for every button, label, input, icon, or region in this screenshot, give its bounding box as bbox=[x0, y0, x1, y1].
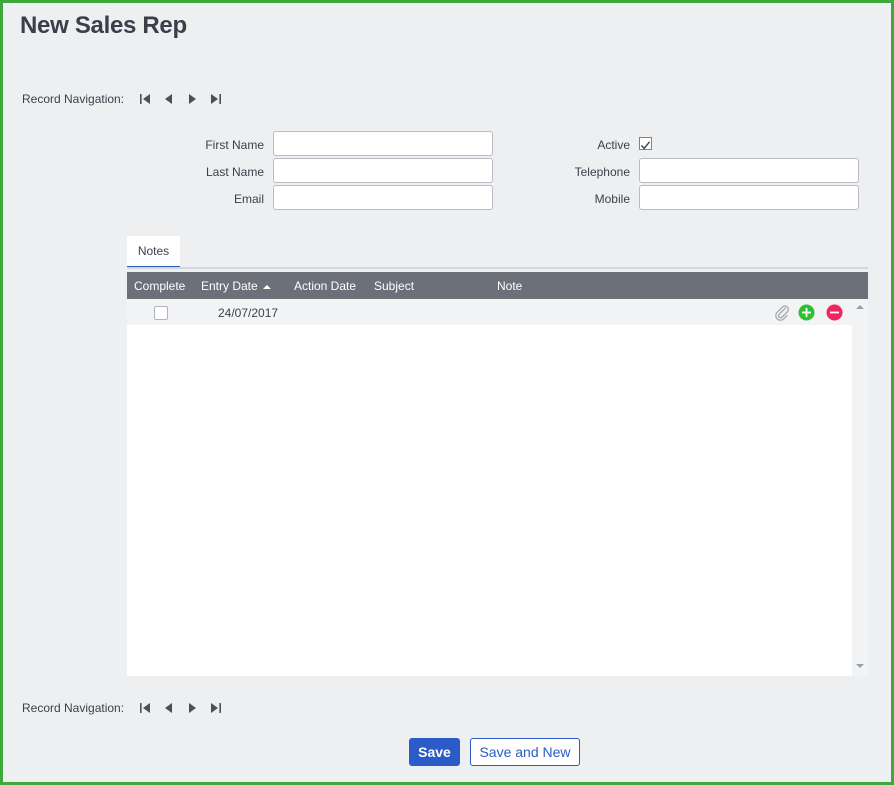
tab-notes[interactable]: Notes bbox=[127, 236, 180, 269]
first-name-label: First Name bbox=[205, 138, 264, 152]
scroll-down-icon[interactable] bbox=[856, 663, 864, 669]
active-label: Active bbox=[597, 138, 630, 152]
next-record-icon[interactable] bbox=[180, 700, 203, 716]
previous-record-icon[interactable] bbox=[157, 91, 180, 107]
last-name-label: Last Name bbox=[205, 165, 264, 179]
last-record-icon[interactable] bbox=[203, 700, 226, 716]
column-entry-date-label: Entry Date bbox=[201, 279, 258, 293]
column-entry-date[interactable]: Entry Date bbox=[201, 279, 272, 293]
next-record-icon[interactable] bbox=[180, 91, 203, 107]
table-row[interactable]: 24/07/2017 bbox=[127, 299, 852, 325]
telephone-input[interactable] bbox=[639, 158, 859, 183]
save-and-new-button[interactable]: Save and New bbox=[470, 738, 580, 766]
mobile-input[interactable] bbox=[639, 185, 859, 210]
grid-scrollbar[interactable] bbox=[852, 299, 868, 676]
page-title: New Sales Rep bbox=[20, 12, 187, 39]
first-record-icon[interactable] bbox=[134, 91, 157, 107]
save-button[interactable]: Save bbox=[409, 738, 460, 766]
complete-checkbox[interactable] bbox=[154, 306, 168, 320]
email-label: Email bbox=[233, 192, 264, 206]
checkmark-icon bbox=[640, 141, 651, 150]
first-name-input[interactable] bbox=[273, 131, 493, 156]
telephone-label: Telephone bbox=[574, 165, 630, 179]
column-complete[interactable]: Complete bbox=[134, 279, 185, 293]
notes-grid: Complete Entry Date Action Date Subject … bbox=[127, 272, 868, 676]
remove-row-icon[interactable] bbox=[826, 304, 843, 324]
previous-record-icon[interactable] bbox=[157, 700, 180, 716]
window-frame: New Sales Rep Record Navigation: First N… bbox=[0, 0, 894, 785]
last-record-icon[interactable] bbox=[203, 91, 226, 107]
mobile-label: Mobile bbox=[594, 192, 630, 206]
record-navigation-label: Record Navigation: bbox=[22, 92, 125, 106]
add-row-icon[interactable] bbox=[798, 304, 815, 324]
email-input[interactable] bbox=[273, 185, 493, 210]
sort-ascending-icon bbox=[263, 284, 272, 289]
first-record-icon[interactable] bbox=[134, 700, 157, 716]
paperclip-icon[interactable] bbox=[774, 304, 790, 324]
grid-header: Complete Entry Date Action Date Subject … bbox=[127, 272, 868, 299]
tab-notes-label: Notes bbox=[137, 244, 170, 258]
record-navigation-bottom: Record Navigation: bbox=[22, 700, 226, 716]
last-name-input[interactable] bbox=[273, 158, 493, 183]
scroll-up-icon[interactable] bbox=[856, 304, 864, 310]
active-checkbox[interactable] bbox=[639, 137, 652, 150]
record-navigation-label: Record Navigation: bbox=[22, 701, 125, 715]
column-action-date[interactable]: Action Date bbox=[294, 279, 356, 293]
record-navigation-top: Record Navigation: bbox=[22, 91, 226, 107]
entry-date-cell: 24/07/2017 bbox=[218, 306, 279, 320]
column-subject[interactable]: Subject bbox=[374, 279, 414, 293]
tab-divider bbox=[127, 267, 868, 269]
column-note[interactable]: Note bbox=[497, 279, 522, 293]
